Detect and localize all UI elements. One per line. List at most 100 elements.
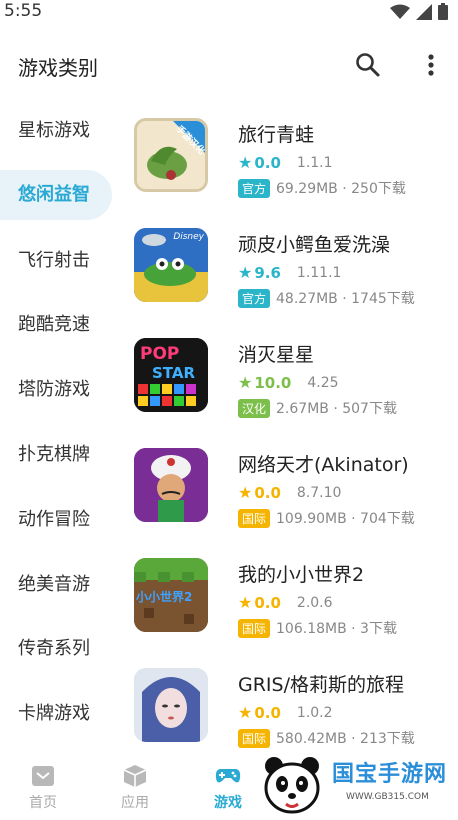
- game-size-downloads: 106.18MB · 3下载: [276, 621, 397, 637]
- game-size-downloads: 580.42MB · 213下载: [276, 731, 415, 747]
- game-info-row: 汉化 2.67MB · 507下载: [238, 398, 397, 418]
- game-name: 旅行青蛙: [238, 124, 315, 146]
- sidebar-item-music[interactable]: 绝美音游: [0, 560, 112, 610]
- search-icon: [356, 53, 380, 77]
- game-score: 10.0: [254, 373, 292, 392]
- page-title: 游戏类别: [18, 56, 98, 80]
- star-icon: ★: [238, 373, 253, 392]
- sidebar-item-star[interactable]: 星标游戏: [0, 106, 112, 156]
- thumb-minecraft-text: 小小世界2: [136, 590, 193, 604]
- list-item[interactable]: 网络天才(Akinator) ★ 0.0 8.7.10 国际 109.90MB …: [130, 440, 458, 540]
- game-score: 0.0: [254, 703, 281, 722]
- battery-icon: [438, 3, 448, 20]
- game-info-row: 国际 106.18MB · 3下载: [238, 618, 397, 638]
- game-size-downloads: 2.67MB · 507下载: [276, 401, 397, 417]
- panda-logo-icon: [264, 757, 320, 814]
- gamepad-icon: [215, 769, 241, 783]
- status-time: 5:55: [4, 1, 43, 21]
- game-name: 我的小小世界2: [238, 564, 365, 586]
- game-version: 1.11.1: [296, 264, 342, 281]
- game-info-row: 官方 48.27MB · 1745下载: [238, 288, 415, 308]
- game-thumbnail-popstar: POP STAR: [134, 338, 208, 412]
- list-item[interactable]: 小小世界2 我的小小世界2 ★ 0.0 2.0.6 国际 106.18MB · …: [130, 550, 458, 650]
- game-rating-row: ★ 9.6 1.11.1: [238, 263, 341, 282]
- game-name: 网络天才(Akinator): [238, 454, 409, 476]
- game-score: 0.0: [254, 593, 281, 612]
- game-tag: 官方: [238, 288, 271, 308]
- watermark-url: WWW.GB315.COM: [346, 792, 429, 802]
- nav-label: 应用: [121, 795, 149, 811]
- sidebar-item-cards-chess[interactable]: 扑克棋牌: [0, 430, 112, 480]
- game-version: 2.0.6: [296, 594, 333, 611]
- nav-label: 游戏: [214, 795, 242, 811]
- game-name: 消灭星星: [238, 344, 315, 366]
- game-tag: 国际: [238, 508, 271, 528]
- game-score: 9.6: [254, 263, 281, 282]
- sidebar-item-shooting[interactable]: 飞行射击: [0, 236, 112, 286]
- more-button[interactable]: [416, 50, 446, 80]
- game-version: 1.1.1: [296, 154, 333, 171]
- game-thumbnail-crocodile: Disney: [134, 228, 208, 302]
- status-icons: [390, 3, 448, 20]
- game-name: 顽皮小鳄鱼爱洗澡: [238, 234, 391, 256]
- game-thumbnail-frog: 手游汉化: [134, 118, 208, 192]
- game-size-downloads: 48.27MB · 1745下载: [276, 291, 415, 307]
- game-thumbnail-minecraft: 小小世界2: [134, 558, 208, 632]
- list-item[interactable]: 手游汉化 旅行青蛙 ★ 0.0 1.1.1 官方 69.29MB · 250下载: [130, 110, 458, 210]
- game-info-row: 官方 69.29MB · 250下载: [238, 178, 406, 198]
- game-version: 1.0.2: [296, 704, 333, 721]
- cube-icon: [123, 765, 147, 787]
- wifi-icon: [390, 4, 410, 19]
- sidebar-item-tower-defense[interactable]: 塔防游戏: [0, 365, 112, 415]
- game-rating-row: ★ 0.0 1.1.1: [238, 153, 333, 172]
- sidebar-item-racing[interactable]: 跑酷竞速: [0, 300, 112, 350]
- list-item[interactable]: GRIS/格莉斯的旅程 ★ 0.0 1.0.2 国际 580.42MB · 21…: [130, 660, 458, 750]
- game-tag: 官方: [238, 178, 271, 198]
- list-item[interactable]: Disney 顽皮小鳄鱼爱洗澡 ★ 9.6 1.11.1 官方 48.27MB …: [130, 220, 458, 320]
- game-tag: 汉化: [238, 398, 271, 418]
- watermark: 国宝手游网 WWW.GB315.COM: [252, 748, 458, 820]
- app-bar: 游戏类别: [0, 40, 458, 90]
- nav-apps[interactable]: 应用: [100, 764, 170, 812]
- game-info-row: 国际 580.42MB · 213下载: [238, 728, 415, 748]
- category-sidebar: 星标游戏 悠闲益智 飞行射击 跑酷竞速 塔防游戏 扑克棋牌 动作冒险 绝美音游 …: [0, 98, 112, 748]
- nav-home[interactable]: 首页: [8, 764, 78, 812]
- list-item[interactable]: POP STAR 消灭星星 ★ 10.0 4.25 汉化 2.67MB · 50…: [130, 330, 458, 430]
- sidebar-item-action[interactable]: 动作冒险: [0, 495, 112, 545]
- star-icon: ★: [238, 263, 253, 282]
- sidebar-item-casual[interactable]: 悠闲益智: [0, 170, 112, 220]
- thumb-pop-text: POP: [140, 344, 180, 364]
- game-tag: 国际: [238, 728, 271, 748]
- more-vert-icon: [428, 54, 434, 76]
- game-info-row: 国际 109.90MB · 704下载: [238, 508, 415, 528]
- game-name: GRIS/格莉斯的旅程: [238, 674, 404, 696]
- game-score: 0.0: [254, 483, 281, 502]
- star-icon: ★: [238, 153, 253, 172]
- search-button[interactable]: [353, 50, 383, 80]
- nav-label: 首页: [29, 795, 57, 811]
- game-size-downloads: 109.90MB · 704下载: [276, 511, 415, 527]
- thumb-disney-text: Disney: [173, 232, 204, 242]
- sidebar-item-card-games[interactable]: 卡牌游戏: [0, 689, 112, 739]
- game-version: 4.25: [307, 374, 339, 391]
- game-version: 8.7.10: [296, 484, 342, 501]
- thumb-star-text: STAR: [152, 364, 196, 382]
- game-list: 手游汉化 旅行青蛙 ★ 0.0 1.1.1 官方 69.29MB · 250下载…: [130, 110, 458, 750]
- status-bar: 5:55: [0, 0, 458, 24]
- game-rating-row: ★ 0.0 8.7.10: [238, 483, 341, 502]
- game-thumbnail-akinator: [134, 448, 208, 522]
- game-score: 0.0: [254, 153, 281, 172]
- signal-icon: [416, 3, 432, 20]
- home-icon: [32, 766, 54, 786]
- sidebar-item-legend[interactable]: 传奇系列: [0, 624, 112, 674]
- game-rating-row: ★ 0.0 1.0.2: [238, 703, 333, 722]
- star-icon: ★: [238, 593, 253, 612]
- watermark-text: 国宝手游网: [332, 762, 448, 787]
- game-rating-row: ★ 10.0 4.25: [238, 373, 339, 392]
- game-rating-row: ★ 0.0 2.0.6: [238, 593, 333, 612]
- game-thumbnail-gris: [134, 668, 208, 742]
- star-icon: ★: [238, 483, 253, 502]
- game-size-downloads: 69.29MB · 250下载: [276, 181, 406, 197]
- star-icon: ★: [238, 703, 253, 722]
- game-tag: 国际: [238, 618, 271, 638]
